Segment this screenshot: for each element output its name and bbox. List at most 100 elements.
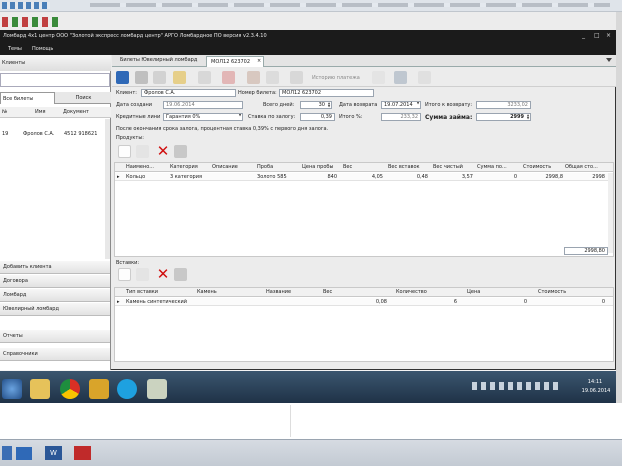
barcode-icon[interactable] xyxy=(394,71,407,84)
insert-name xyxy=(266,298,316,306)
date-created-field[interactable]: 19.06.2014 xyxy=(163,101,243,109)
date-created-label: Дата создания: xyxy=(116,102,152,108)
nav-jewelry-pawnshop[interactable]: Ювелирный ломбард xyxy=(0,303,110,316)
tab-ticket[interactable]: МОЛ12 623702 × xyxy=(206,56,264,67)
delete-icon[interactable]: ✕ xyxy=(156,266,170,282)
calculator-icon[interactable] xyxy=(222,71,235,84)
return-date-value: 19.07.2014 xyxy=(384,102,413,108)
calculator-icon[interactable] xyxy=(147,379,167,399)
insert-type: Камень синтетический xyxy=(126,299,187,305)
shortcut-icons[interactable] xyxy=(2,17,62,27)
ticket-label: Номер билета: xyxy=(238,90,277,96)
document-icon[interactable] xyxy=(290,71,303,84)
table-row[interactable]: 19 Фролов С.А. 4512 918621 xyxy=(0,130,111,140)
total-days-label: Всего дней: xyxy=(263,102,295,108)
new-document-icon[interactable] xyxy=(118,145,131,158)
product-weight: 4,05 xyxy=(371,174,383,180)
rate-field[interactable]: 0,39 xyxy=(300,113,335,121)
col-quantity: Количество xyxy=(396,289,427,295)
col-category: Категория xyxy=(170,164,198,170)
credit-label: Кредитные линии: xyxy=(116,114,160,120)
ticket-field[interactable]: МОЛ12 623702 xyxy=(279,89,374,97)
nav-pawnshop[interactable]: Ломбард xyxy=(0,289,110,302)
product-net-weight: 3,57 xyxy=(461,174,473,180)
printer-icon[interactable] xyxy=(174,145,187,158)
report-icon[interactable] xyxy=(266,71,279,84)
loan-field[interactable]: 2999 ▲ ▼ xyxy=(476,113,531,121)
app-icon[interactable] xyxy=(74,446,91,460)
nav-contracts[interactable]: Договора xyxy=(0,275,110,288)
top-strip xyxy=(0,0,622,12)
col-assay-price: Цена пробы xyxy=(302,164,334,170)
client-field[interactable]: Фролов С.А. xyxy=(141,89,236,97)
chevron-down-icon[interactable]: ▼ xyxy=(416,102,420,108)
col-name: Имя xyxy=(35,109,46,115)
maximize-button[interactable]: □ xyxy=(594,32,602,39)
row-indicator-icon: ▸ xyxy=(117,299,120,305)
save-icon[interactable] xyxy=(116,71,129,84)
close-icon[interactable]: × xyxy=(257,58,261,64)
edit-icon[interactable] xyxy=(136,268,149,281)
stepper-icon[interactable]: ▲ ▼ xyxy=(526,114,530,120)
total-return-field: 3233,02 xyxy=(476,101,531,109)
return-date-field[interactable]: 19.07.2014 ▼ xyxy=(381,101,421,109)
user-icon[interactable] xyxy=(247,71,260,84)
credit-select[interactable]: Гарантия 0% ▼ xyxy=(163,113,243,121)
print-dropdown-icon[interactable] xyxy=(153,71,166,84)
col-insert-cost: Стоимость xyxy=(538,289,567,295)
table-row[interactable]: ▸ Камень синтетический 0,08 6 0 0 xyxy=(115,298,613,306)
stepper-icon[interactable]: ▲ ▼ xyxy=(327,102,331,108)
menu-help[interactable]: Помощь xyxy=(32,46,62,52)
col-assay: Проба xyxy=(257,164,274,170)
extend-icon[interactable] xyxy=(173,71,186,84)
nav-add-client[interactable]: Добавить клиента xyxy=(0,261,110,274)
word-icon[interactable]: W xyxy=(45,446,62,460)
close-button[interactable]: × xyxy=(606,32,614,39)
products-label: Продукты: xyxy=(116,135,144,141)
total-days-field[interactable]: 30 ▲ ▼ xyxy=(300,101,332,109)
product-assay-price: 840 xyxy=(327,174,337,180)
edit-icon[interactable] xyxy=(418,71,431,84)
printer-icon[interactable] xyxy=(135,71,148,84)
col-price: Цена xyxy=(467,289,481,295)
client-label: Клиент: xyxy=(116,90,137,96)
chrome-icon[interactable] xyxy=(60,379,80,399)
nav-reports[interactable]: Отчеты xyxy=(0,330,110,343)
arrow-icon[interactable] xyxy=(372,71,385,84)
menu-themes[interactable]: Темы xyxy=(8,46,30,52)
tray-icons[interactable] xyxy=(472,382,562,390)
col-cost: Стоимость xyxy=(523,164,552,170)
tab-all-tickets[interactable]: Все билеты xyxy=(0,92,55,104)
skype-icon[interactable] xyxy=(117,379,137,399)
bottom-taskbar xyxy=(0,439,622,466)
explorer-icon[interactable] xyxy=(16,447,32,460)
inserts-grid-header: Тип вставки Камень Название Вес Количест… xyxy=(115,288,613,297)
new-document-icon[interactable] xyxy=(118,268,131,281)
history-button[interactable]: Историю платежа xyxy=(312,75,372,81)
tab-scroll-arrow[interactable] xyxy=(606,58,612,64)
nav-references[interactable]: Справочники xyxy=(0,348,110,361)
printer-icon[interactable] xyxy=(174,268,187,281)
product-category: 3 категория xyxy=(170,174,202,180)
undo-icon[interactable] xyxy=(198,71,211,84)
edit-icon[interactable] xyxy=(136,145,149,158)
col-description: Описание xyxy=(212,164,238,170)
chevron-down-icon[interactable]: ▼ xyxy=(238,114,242,120)
start-orb-icon[interactable] xyxy=(2,379,22,399)
delete-icon[interactable]: ✕ xyxy=(156,143,170,159)
left-scrollbar[interactable] xyxy=(105,119,110,259)
product-description xyxy=(212,173,252,181)
coins-icon[interactable] xyxy=(89,379,109,399)
left-search-input[interactable] xyxy=(0,73,110,87)
folder-icon[interactable] xyxy=(30,379,50,399)
clock-time: 14:11 xyxy=(587,379,603,385)
minimize-button[interactable]: _ xyxy=(582,32,590,39)
screen-right-edge xyxy=(616,12,622,403)
tab-jewelry-tickets[interactable]: Билеты Ювелирный ломбард xyxy=(120,57,200,63)
tab-search[interactable]: Поиск xyxy=(56,92,111,104)
products-scrollbar[interactable] xyxy=(608,173,613,253)
total-pct-label: Итого %: xyxy=(339,114,363,120)
left-panel-header: Клиенты xyxy=(0,55,111,71)
windows-icon[interactable] xyxy=(2,446,12,460)
table-row[interactable]: ▸ Кольцо 3 категория Золото 585 840 4,05… xyxy=(115,173,613,181)
